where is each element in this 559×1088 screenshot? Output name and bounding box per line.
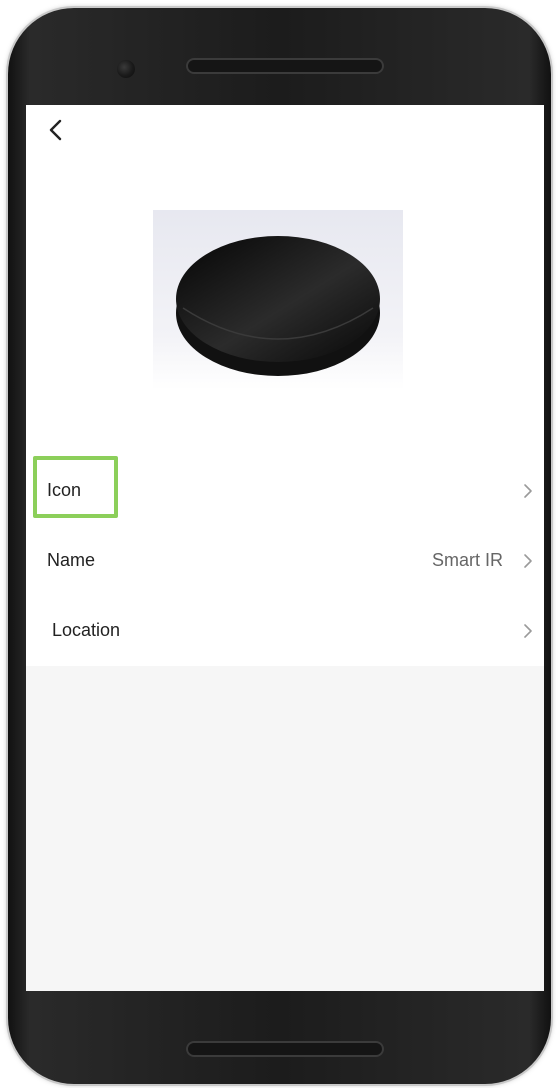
device-settings-screen: Icon Name Smart IR Location (26, 105, 544, 991)
top-speaker-grille (186, 58, 384, 74)
chevron-left-icon (49, 119, 62, 141)
bottom-speaker-grille (186, 1041, 384, 1057)
camera-icon (117, 60, 135, 78)
location-row-label: Location (52, 620, 121, 640)
name-row-value: Smart IR (431, 550, 503, 570)
chevron-right-icon (524, 484, 532, 498)
name-row-label: Name (47, 550, 96, 570)
chevron-right-icon (524, 624, 532, 638)
back-button[interactable] (40, 115, 70, 145)
name-row[interactable]: Name Smart IR (26, 529, 544, 595)
location-row[interactable]: Location (26, 599, 544, 665)
settings-panel: Icon Name Smart IR Location (26, 105, 544, 666)
icon-row-highlight (33, 456, 118, 518)
chevron-right-icon (524, 554, 532, 568)
device-image (153, 210, 403, 390)
